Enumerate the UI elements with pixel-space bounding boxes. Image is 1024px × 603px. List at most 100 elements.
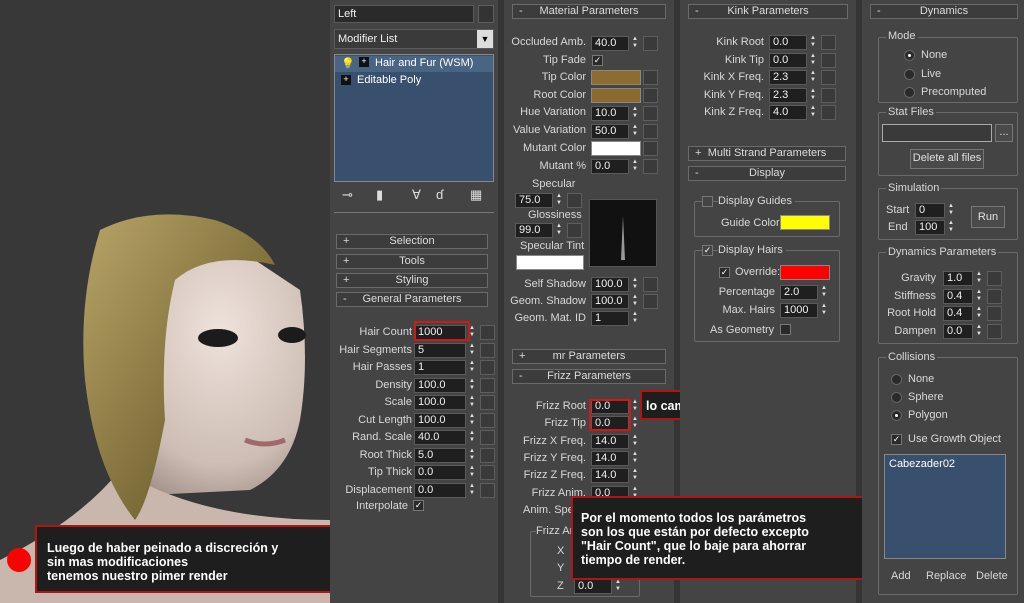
collision-polygon-radio[interactable] xyxy=(891,410,902,421)
general-param-map-button[interactable] xyxy=(480,447,495,463)
geom-shadow-spinner[interactable]: ▲ ▼ xyxy=(631,294,639,309)
specular-tint-swatch[interactable] xyxy=(516,255,584,270)
dynamics-param-map-button[interactable] xyxy=(987,271,1002,286)
frizz-param-field[interactable]: 14.0 xyxy=(591,433,629,449)
rollout-mr-parameters[interactable]: + mr Parameters xyxy=(512,349,666,364)
configure-sets-icon[interactable]: ▦ xyxy=(470,187,482,203)
general-param-spinner[interactable]: ▲ ▼ xyxy=(468,395,476,410)
frizz-param-field[interactable]: 14.0 xyxy=(591,468,629,484)
replace-collision-button[interactable]: Replace xyxy=(926,570,966,582)
kink-param-map-button[interactable] xyxy=(821,105,836,120)
general-param-map-button[interactable] xyxy=(480,377,495,393)
tip-color-swatch[interactable] xyxy=(591,70,641,85)
sim-end-field[interactable]: 100 xyxy=(915,220,945,235)
kink-param-map-button[interactable] xyxy=(821,52,836,68)
stat-files-path-field[interactable] xyxy=(882,124,992,142)
frizz-param-spinner[interactable]: ▲▼ xyxy=(631,399,639,414)
mutant-pct-map-button[interactable] xyxy=(643,159,658,174)
geom-shadow-map-button[interactable] xyxy=(643,294,658,309)
general-param-spinner[interactable]: ▲ ▼ xyxy=(468,343,476,358)
use-growth-object-checkbox[interactable]: ✓ xyxy=(891,434,902,445)
general-param-map-button[interactable] xyxy=(480,395,495,410)
kink-param-spinner[interactable]: ▲ ▼ xyxy=(809,53,817,68)
rollout-tools[interactable]: + Tools xyxy=(336,254,488,269)
collision-object-list[interactable]: Cabezader02 xyxy=(884,454,1006,559)
general-param-spinner[interactable]: ▲ ▼ xyxy=(468,465,476,480)
kink-param-field[interactable]: 2.3 xyxy=(769,70,807,85)
dynamics-param-field[interactable]: 0.0 xyxy=(943,323,973,339)
general-param-field[interactable]: 0.0 xyxy=(414,465,466,480)
hue-variation-spinner[interactable]: ▲ ▼ xyxy=(631,106,639,121)
rollout-material-parameters[interactable]: - Material Parameters xyxy=(512,4,666,19)
stat-files-browse-button[interactable]: ... xyxy=(995,124,1013,142)
rollout-selection[interactable]: + Selection xyxy=(336,234,488,249)
mode-live-radio[interactable] xyxy=(904,69,915,80)
dynamics-param-field[interactable]: 0.4 xyxy=(943,306,973,321)
stack-item-editable-poly[interactable]: + Editable Poly xyxy=(335,73,493,89)
self-shadow-field[interactable]: 100.0 xyxy=(591,277,629,292)
general-param-map-button[interactable] xyxy=(480,342,495,358)
general-param-field[interactable]: 40.0 xyxy=(414,430,466,445)
rollout-frizz-parameters[interactable]: - Frizz Parameters xyxy=(512,369,666,384)
delete-collision-button[interactable]: Delete xyxy=(976,570,1008,582)
hue-variation-field[interactable]: 10.0 xyxy=(591,106,629,121)
specular-spinner[interactable]: ▲ ▼ xyxy=(555,193,563,208)
dynamics-param-map-button[interactable] xyxy=(987,288,1002,304)
rollout-kink-parameters[interactable]: - Kink Parameters xyxy=(688,4,848,19)
specular-field[interactable]: 75.0 xyxy=(515,193,553,208)
kink-param-spinner[interactable]: ▲ ▼ xyxy=(809,35,817,50)
general-param-spinner[interactable]: ▲ ▼ xyxy=(468,448,476,463)
general-param-map-button[interactable] xyxy=(480,430,495,445)
mode-none-radio[interactable] xyxy=(904,50,915,61)
general-param-spinner[interactable]: ▲ ▼ xyxy=(468,430,476,445)
as-geometry-checkbox[interactable] xyxy=(780,324,791,335)
chevron-down-icon[interactable]: ▼ xyxy=(477,30,493,48)
sim-end-spinner[interactable]: ▲ ▼ xyxy=(947,220,955,235)
kink-param-field[interactable]: 2.3 xyxy=(769,87,807,103)
kink-param-map-button[interactable] xyxy=(821,87,836,103)
glossiness-spinner[interactable]: ▲ ▼ xyxy=(555,223,563,238)
general-param-map-button[interactable] xyxy=(480,412,495,428)
dynamics-param-field[interactable]: 1.0 xyxy=(943,271,973,286)
frizz-param-field[interactable]: 14.0 xyxy=(591,450,629,466)
general-param-field[interactable]: 100.0 xyxy=(414,377,466,393)
general-param-map-button[interactable] xyxy=(480,360,495,375)
expand-icon[interactable]: + xyxy=(341,75,351,85)
add-collision-button[interactable]: Add xyxy=(891,570,911,582)
object-name-field[interactable]: Left xyxy=(334,5,474,23)
general-param-spinner[interactable]: ▲ ▼ xyxy=(468,483,476,498)
general-param-spinner[interactable]: ▲ ▼ xyxy=(468,413,476,428)
collision-none-radio[interactable] xyxy=(891,374,902,385)
percentage-spinner[interactable]: ▲ ▼ xyxy=(820,285,828,300)
value-variation-map-button[interactable] xyxy=(643,124,658,139)
value-variation-spinner[interactable]: ▲ ▼ xyxy=(631,124,639,139)
pin-stack-icon[interactable]: ⊸ xyxy=(342,187,353,203)
display-hairs-checkbox[interactable]: ✓ xyxy=(702,245,713,256)
general-param-map-button[interactable] xyxy=(480,465,495,480)
tip-fade-checkbox[interactable]: ✓ xyxy=(592,55,603,66)
collision-object-item[interactable]: Cabezader02 xyxy=(885,455,1005,470)
expand-icon[interactable]: + xyxy=(359,57,369,67)
mutant-color-map-button[interactable] xyxy=(643,141,658,156)
value-variation-field[interactable]: 50.0 xyxy=(591,124,629,139)
general-param-map-button[interactable] xyxy=(480,325,495,340)
lightbulb-icon[interactable]: 💡 xyxy=(341,57,355,70)
rollout-dynamics[interactable]: - Dynamics xyxy=(870,4,1018,19)
general-param-field[interactable]: 1 xyxy=(414,360,466,375)
dynamics-param-map-button[interactable] xyxy=(987,306,1002,321)
general-param-field[interactable]: 5 xyxy=(414,342,466,358)
sim-start-spinner[interactable]: ▲ ▼ xyxy=(947,203,955,218)
general-param-map-button[interactable] xyxy=(480,482,495,498)
override-checkbox[interactable]: ✓ xyxy=(719,267,730,278)
geom-mat-id-spinner[interactable]: ▲ ▼ xyxy=(631,311,639,326)
self-shadow-map-button[interactable] xyxy=(643,277,658,292)
frizz-dir-z-field[interactable]: 0.0 xyxy=(574,579,612,594)
guide-color-swatch[interactable] xyxy=(780,215,830,230)
frizz-param-spinner[interactable]: ▲▼ xyxy=(631,434,639,449)
general-param-spinner[interactable]: ▲ ▼ xyxy=(468,378,476,393)
dynamics-param-spinner[interactable]: ▲ ▼ xyxy=(975,324,983,339)
general-param-field[interactable]: 100.0 xyxy=(414,395,466,410)
max-hairs-spinner[interactable]: ▲ ▼ xyxy=(820,303,828,318)
occluded-amb-field[interactable]: 40.0 xyxy=(591,36,629,51)
kink-param-spinner[interactable]: ▲ ▼ xyxy=(809,70,817,85)
